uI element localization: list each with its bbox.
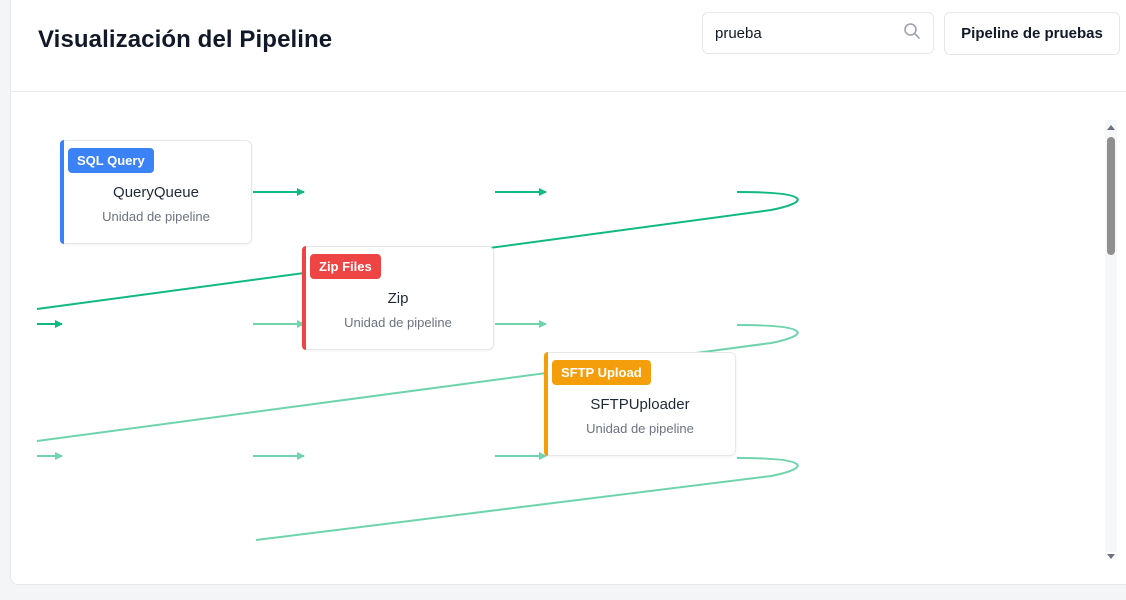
node-subtitle: Unidad de pipeline [102,209,210,224]
edge-wrap [255,457,799,541]
node-badge: SQL Query [68,148,154,173]
node-name: Zip [387,290,409,307]
app-window: Visualización del Pipeline Pipeline de p… [10,0,1126,585]
node-subtitle: Unidad de pipeline [586,421,694,436]
pipeline-node-queryqueue[interactable]: SQL Query QueryQueue Unidad de pipeline [60,140,252,244]
node-name: QueryQueue [113,184,199,201]
node-subtitle: Unidad de pipeline [344,315,452,330]
search-input[interactable] [715,23,895,43]
search-icon[interactable] [903,22,921,40]
node-name: SFTPUploader [590,396,690,413]
node-badge: Zip Files [310,254,381,279]
page-title: Visualización del Pipeline [38,26,333,53]
scroll-down-icon[interactable] [1106,548,1116,559]
scroll-up-icon[interactable] [1106,120,1116,130]
scrollbar-thumb[interactable] [1107,137,1115,255]
pipeline-select-button[interactable]: Pipeline de pruebas [944,12,1120,55]
pipeline-node-zip[interactable]: Zip Files Zip Unidad de pipeline [302,246,494,350]
search-box[interactable] [702,12,934,54]
node-badge: SFTP Upload [552,360,651,385]
vertical-scrollbar[interactable] [1105,120,1117,559]
pipeline-node-sftpuploader[interactable]: SFTP Upload SFTPUploader Unidad de pipel… [544,352,736,456]
pipeline-canvas[interactable]: SQL Query QueryQueue Unidad de pipeline … [11,92,1126,584]
header: Visualización del Pipeline Pipeline de p… [11,0,1126,92]
